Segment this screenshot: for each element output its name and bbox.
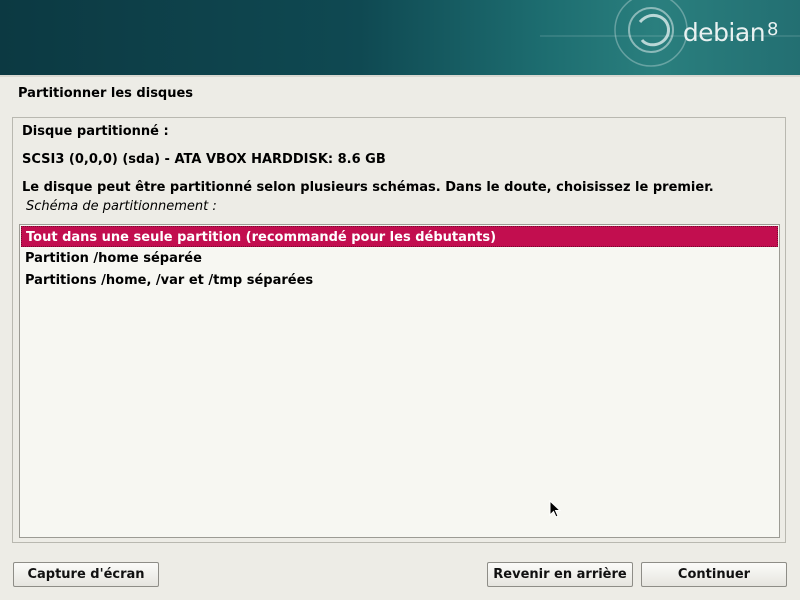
option-separate-home-var-tmp[interactable]: Partitions /home, /var et /tmp séparées bbox=[21, 270, 778, 291]
partition-scheme-list[interactable]: Tout dans une seule partition (recommand… bbox=[19, 224, 780, 538]
debian-logo: debian 8 bbox=[682, 18, 779, 47]
screenshot-button[interactable]: Capture d'écran bbox=[13, 562, 159, 587]
banner-divider bbox=[0, 75, 800, 77]
page-title: Partitionner les disques bbox=[18, 86, 194, 101]
header-banner: debian 8 bbox=[0, 0, 800, 75]
disk-name: SCSI3 (0,0,0) (sda) - ATA VBOX HARDDISK:… bbox=[22, 152, 386, 167]
disk-label: Disque partitionné : bbox=[22, 124, 169, 139]
option-all-in-one[interactable]: Tout dans une seule partition (recommand… bbox=[21, 226, 778, 247]
back-button[interactable]: Revenir en arrière bbox=[487, 562, 633, 587]
option-separate-home[interactable]: Partition /home séparée bbox=[21, 248, 778, 269]
description-text: Le disque peut être partitionné selon pl… bbox=[22, 180, 714, 195]
mouse-pointer-icon bbox=[549, 500, 562, 518]
debian-swirl-icon bbox=[540, 0, 800, 67]
scheme-label: Schéma de partitionnement : bbox=[26, 199, 217, 214]
continue-button[interactable]: Continuer bbox=[641, 562, 787, 587]
